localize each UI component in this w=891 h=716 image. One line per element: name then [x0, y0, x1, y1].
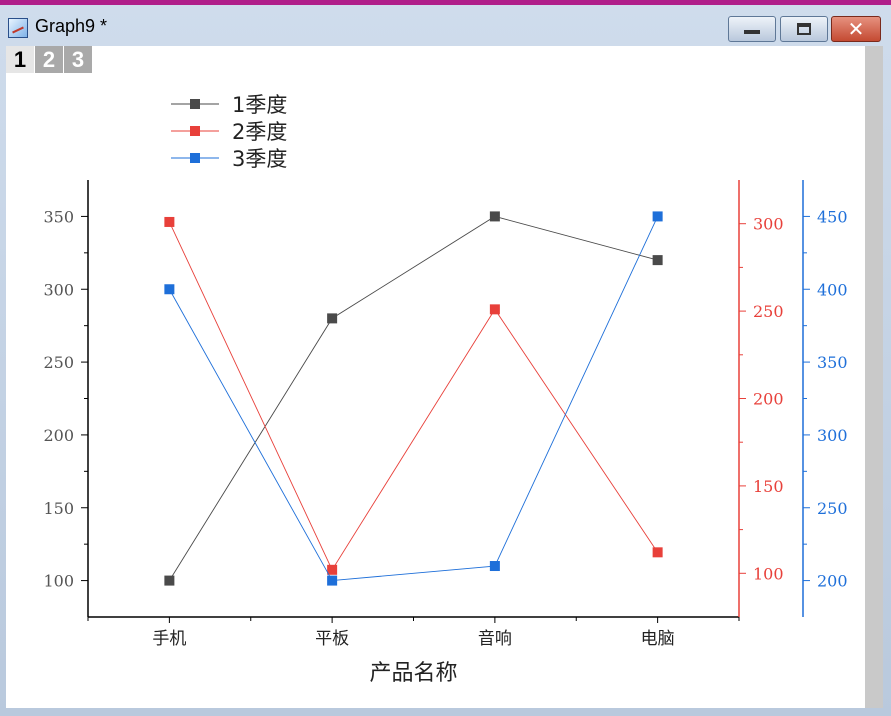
minimize-button[interactable] [728, 16, 776, 42]
y-tick-label: 300 [43, 280, 74, 299]
x-tick-label: 手机 [152, 629, 186, 649]
series-line-3 [168, 216, 659, 582]
y-tick-label: 200 [43, 426, 74, 445]
maximize-icon [797, 23, 811, 35]
data-point-s1 [164, 575, 175, 586]
y-tick-label: 300 [753, 215, 784, 234]
y-tick-label: 100 [43, 572, 74, 591]
x-tick-label: 电脑 [641, 629, 675, 649]
series-line-2 [168, 221, 658, 571]
data-point-s1 [652, 255, 663, 266]
x-axis-title: 产品名称 [369, 661, 457, 686]
y-tick-label: 300 [817, 426, 848, 445]
legend-label-2: 2季度 [232, 120, 287, 144]
data-point-s3 [327, 575, 338, 586]
data-point-s3 [489, 561, 500, 572]
legend-marker-3 [190, 153, 200, 163]
y-tick-label: 200 [817, 572, 848, 591]
graph-page[interactable]: 1 2 3 手机 平板 音响 电脑 产品名称 100 150 200 250 300 350 100 1… [6, 46, 865, 708]
x-tick-label: 平板 [315, 629, 349, 649]
legend-label-1: 1季度 [232, 93, 287, 117]
y-tick-label: 200 [753, 390, 784, 409]
x-tick-label: 音响 [478, 629, 512, 649]
legend-label-3: 3季度 [232, 147, 287, 171]
minimize-icon [744, 30, 760, 34]
y-tick-label: 150 [43, 499, 74, 518]
data-point-s3 [164, 284, 175, 295]
y-tick-label: 350 [43, 207, 74, 226]
legend-marker-2 [190, 126, 200, 136]
vertical-scrollbar[interactable] [865, 46, 883, 708]
line-chart[interactable]: 手机 平板 音响 电脑产品名称 100 150 200 250 300 350 100 150 200 2… [6, 46, 865, 708]
series-line-1 [168, 215, 658, 581]
title-bar[interactable]: Graph9 * ✕ [0, 5, 891, 45]
data-point-s3 [652, 211, 663, 222]
close-icon: ✕ [847, 17, 865, 41]
y-tick-label: 250 [43, 353, 74, 372]
legend-marker-1 [190, 99, 200, 109]
close-button[interactable]: ✕ [831, 16, 881, 42]
y-tick-label: 250 [753, 302, 784, 321]
data-point-s2 [164, 216, 175, 227]
window-title: Graph9 * [35, 16, 108, 36]
y-tick-label: 250 [817, 499, 848, 518]
data-point-s1 [489, 211, 500, 222]
graph-window: Graph9 * ✕ 1 2 3 手机 平板 音响 电脑 产品名称 100 150 200 25… [0, 5, 891, 716]
y-tick-label: 150 [753, 477, 784, 496]
y-tick-label: 450 [817, 207, 848, 226]
y-tick-label: 350 [817, 353, 848, 372]
y-tick-label: 100 [753, 564, 784, 583]
y-tick-label: 400 [817, 280, 848, 299]
maximize-button[interactable] [780, 16, 828, 42]
data-point-s2 [652, 547, 663, 558]
graph-window-icon[interactable] [8, 18, 28, 38]
data-point-s2 [327, 564, 338, 575]
data-point-s1 [327, 313, 338, 324]
data-point-s2 [489, 304, 500, 315]
